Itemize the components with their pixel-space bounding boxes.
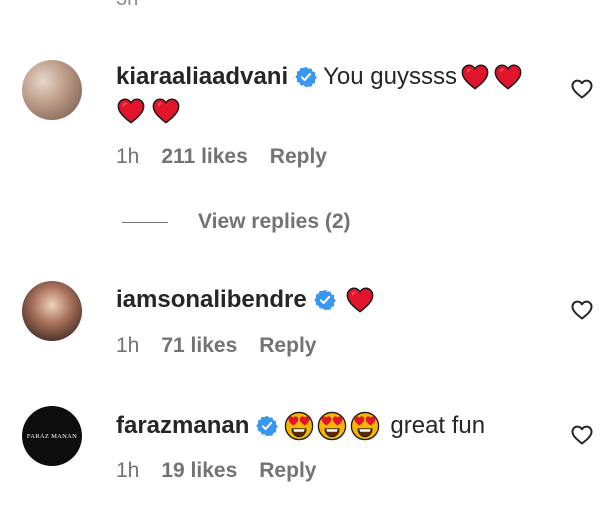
heart-eyes-emoji-icon [284,411,314,441]
comment-likes[interactable]: 211 likes [161,145,247,169]
like-heart-icon[interactable] [570,298,594,322]
verified-badge-icon [256,415,278,437]
reply-button[interactable]: Reply [270,145,327,169]
comment-time: 1h [116,459,140,482]
red-heart-emoji-icon [116,96,146,126]
heart-eyes-emoji-icon [317,411,347,441]
reply-button[interactable]: Reply [259,334,316,358]
comment-username[interactable]: kiaraaliaadvani [116,60,288,94]
comment-username[interactable]: iamsonalibendre [116,283,307,317]
comment-username[interactable]: farazmanan [116,409,249,443]
comment-time: 1h [116,145,140,168]
comment-time: 1h [116,334,140,357]
view-replies-label[interactable]: View replies (2) [198,210,351,234]
reply-button[interactable]: Reply [259,459,316,483]
comment-likes[interactable]: 71 likes [161,334,237,358]
like-heart-icon[interactable] [570,77,594,101]
comment-likes[interactable]: 19 likes [161,459,237,483]
avatar[interactable]: FARAZ MANAN [22,406,82,466]
previous-comment-time: 3h [116,0,138,11]
like-heart-icon[interactable] [570,423,594,447]
comment-text: great fun [390,412,486,439]
avatar-logo-text: FARAZ MANAN [26,432,78,440]
red-heart-emoji-icon [151,96,181,126]
verified-badge-icon [295,66,317,88]
divider-line [122,221,168,223]
view-replies-button[interactable]: View replies (2) [122,210,351,234]
comment-text: You guyssss [323,63,457,90]
red-heart-emoji-icon [345,285,375,315]
heart-eyes-emoji-icon [350,411,380,441]
verified-badge-icon [314,289,336,311]
red-heart-emoji-icon [493,62,523,92]
avatar[interactable] [22,281,82,341]
avatar[interactable] [22,60,82,120]
red-heart-emoji-icon [460,62,490,92]
